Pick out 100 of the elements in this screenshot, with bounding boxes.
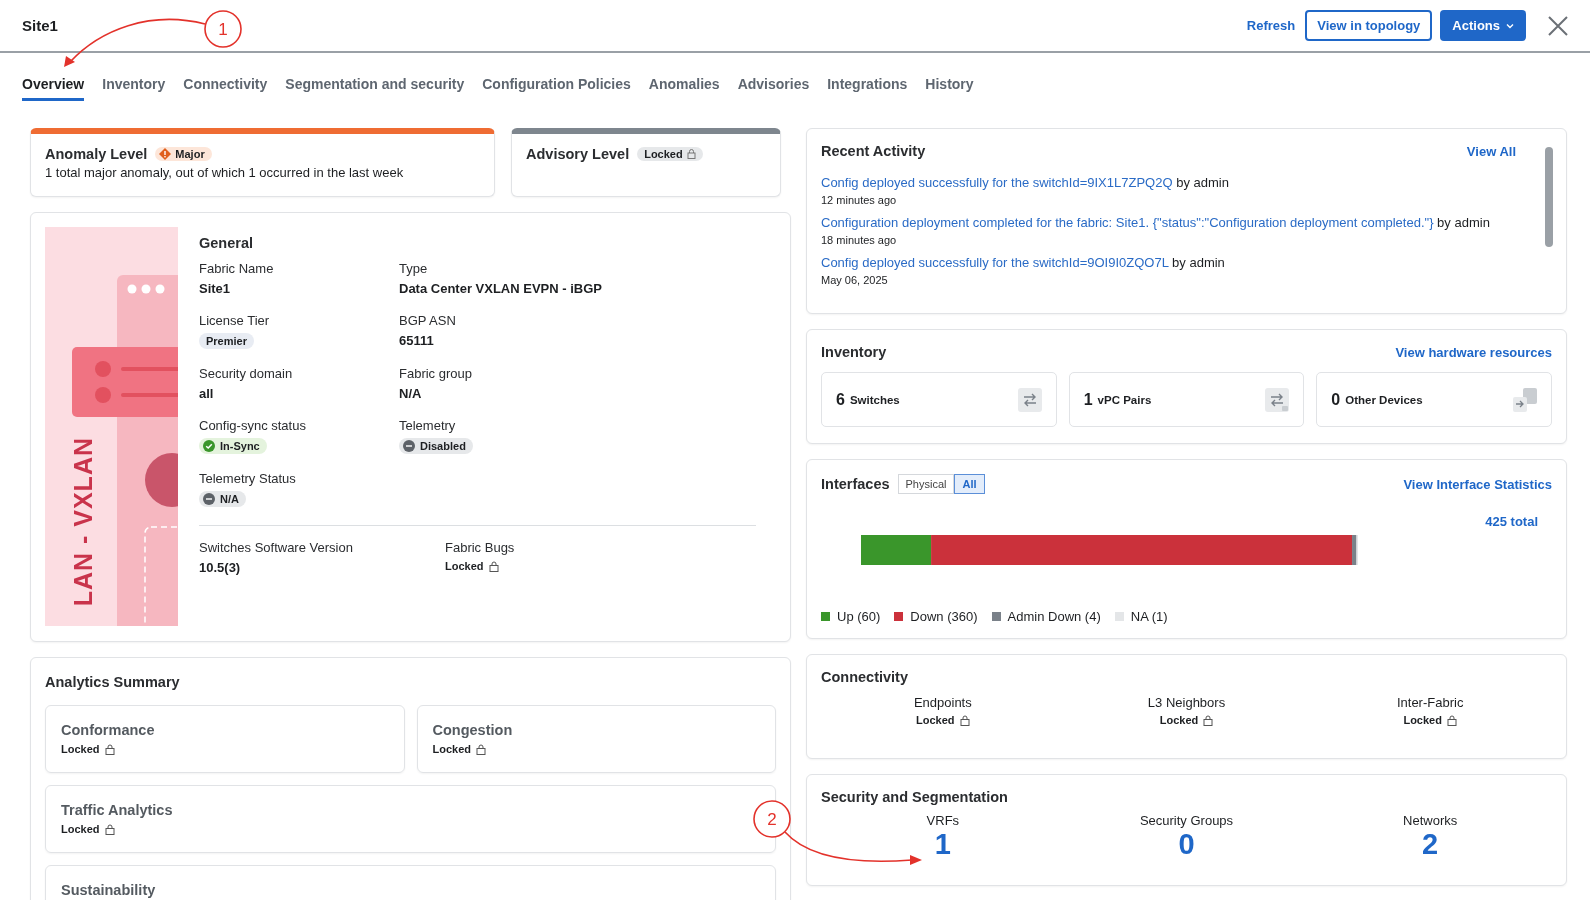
advisory-level-title: Advisory Level [526,146,630,162]
view-hardware-resources-link[interactable]: View hardware resources [1395,344,1552,360]
check-icon [203,440,215,452]
inventory-title: Inventory [821,344,887,360]
activity-link[interactable]: Config deployed successfully for the switchId=9OI9I0ZQO7L [821,255,1169,270]
legend-swatch [991,612,1001,621]
analytics-summary-title: Analytics Summary [45,674,181,690]
field-value: Data Center VXLAN EVPN - iBGP [399,281,602,296]
tab[interactable]: Segmentation and security [285,76,465,101]
inventory-label: Switches [849,393,901,406]
inventory-count: 1 [1083,390,1093,409]
caret-icon [1506,22,1514,29]
locked-status: Locked [916,714,970,726]
lock-icon [104,743,115,755]
field-label: Telemetry Status [199,471,296,486]
analytics-card-title: Sustainability [61,882,157,898]
inventory-count: 0 [1331,390,1341,409]
legend-label: Down (360) [910,609,978,624]
field-label: Fabric Name [199,261,274,276]
analytics-card-title: Conformance [61,722,156,738]
field-label: Type [399,261,428,276]
analytics-card[interactable]: Sustainability [45,865,776,900]
inventory-tile[interactable]: 0 Other Devices [1316,372,1552,427]
close-icon[interactable] [1548,15,1568,36]
tab[interactable]: Inventory [102,76,166,101]
field-value: 65111 [399,333,434,348]
field-label: Security domain [199,366,293,381]
legend-label: Admin Down (4) [1007,609,1101,624]
activity-user: by admin [1176,175,1229,190]
view-in-topology-button[interactable]: View in topology [1305,10,1433,41]
minus-icon [403,440,415,452]
view-all-link[interactable]: View All [1466,143,1516,159]
metric-label: Security Groups [1139,813,1234,828]
activity-user: by admin [1172,255,1225,270]
callout-annotation: 1 [64,10,242,67]
tab[interactable]: Overview [22,76,85,101]
activity-link[interactable]: Config deployed successfully for the switchId=9IX1L7ZPQ2Q [821,175,1173,190]
field-value: 10.5(3) [199,560,241,575]
general-title: General [199,235,254,251]
field-label: Telemetry [399,418,456,433]
interfaces-title: Interfaces [821,476,890,492]
lock-icon [104,823,115,835]
analytics-card-title: Congestion [432,722,514,738]
field-label: Fabric Bugs [445,540,515,555]
metric-count[interactable]: 1 [934,828,951,861]
field-label: Fabric group [399,366,472,381]
locked-badge: Locked [637,147,703,161]
tab[interactable]: Anomalies [648,76,720,101]
inventory-tile[interactable]: 1 vPC Pairs [1068,372,1305,427]
illustration-label: LAN - VXLAN [69,436,98,606]
metric-label: VRFs [926,813,960,828]
view-interface-statistics-link[interactable]: View Interface Statistics [1403,476,1552,492]
metric-label: Networks [1403,813,1458,828]
switch-icon [1017,387,1042,412]
connectivity-label: L3 Neighbors [1147,695,1226,710]
status-badge: Disabled [399,438,473,454]
analytics-card[interactable]: Congestion Locked [416,705,776,773]
field-label: Config-sync status [199,418,306,433]
lock-icon [488,560,499,572]
lock-icon [1203,714,1214,726]
field-label: BGP ASN [399,313,456,328]
tab[interactable]: Configuration Policies [482,76,631,101]
tab[interactable]: Integrations [827,76,908,101]
status-badge: In-Sync [199,438,267,454]
field-value: all [199,386,214,401]
locked-status: Locked [61,743,389,755]
switch-pair-icon [1265,387,1290,412]
activity-link[interactable]: Configuration deployment completed for the fabric: Site1. {"status":"Configuration deployment completed."} [821,215,1434,230]
inventory-tile[interactable]: 6 Switches [821,372,1057,427]
tab[interactable]: History [925,76,974,101]
tab[interactable]: Connectivity [183,76,268,101]
metric-count[interactable]: 0 [1178,828,1195,861]
page-title: Site1 [22,17,58,34]
inventory-label: vPC Pairs [1097,393,1153,406]
field-label: Switches Software Version [199,540,353,555]
metric-count[interactable]: 2 [1422,828,1439,861]
anomaly-level-title: Anomaly Level [45,146,148,162]
tab[interactable]: Advisories [737,76,810,101]
filter-toggle[interactable]: All [954,474,985,494]
minus-icon [203,493,215,505]
legend-label: NA (1) [1130,609,1168,624]
activity-time: May 06, 2025 [821,274,889,286]
filter-toggle[interactable]: Physical [897,474,955,494]
interfaces-total: 425 total [1484,514,1539,529]
legend-swatch [821,612,830,621]
locked-status: Locked [432,743,760,755]
refresh-link[interactable]: Refresh [1246,18,1296,33]
legend-swatch [1114,612,1124,621]
analytics-card[interactable]: Conformance Locked [45,705,405,773]
activity-time: 18 minutes ago [821,234,898,246]
status-badge: Premier [199,333,254,349]
lock-icon [686,149,696,159]
legend-swatch [894,612,904,621]
connectivity-label: Endpoints [913,695,972,710]
actions-button[interactable]: Actions [1440,10,1526,41]
activity-time: 12 minutes ago [821,194,898,206]
connectivity-label: Inter-Fabric [1396,695,1464,710]
field-value: Site1 [199,281,231,296]
major-badge: Major [155,147,212,161]
activity-user: by admin [1437,215,1490,230]
